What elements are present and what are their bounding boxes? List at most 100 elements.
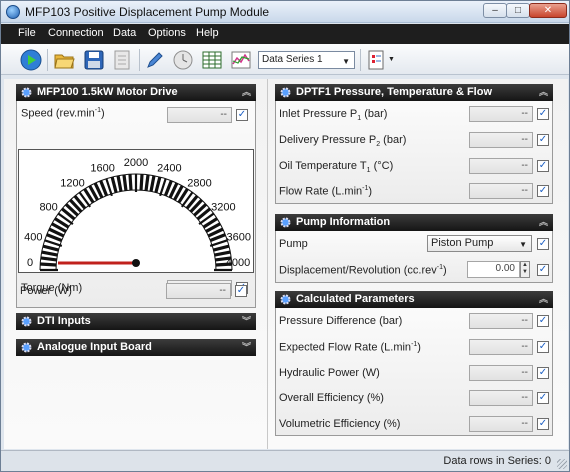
data-series-value: Data Series 1: [262, 54, 323, 65]
menu-connection[interactable]: Connection: [48, 27, 104, 39]
data-series-select[interactable]: Data Series 1 ▼: [258, 51, 355, 69]
flow-rate-checkbox[interactable]: ✓: [537, 185, 549, 197]
run-icon[interactable]: [20, 49, 42, 71]
pump-select-value: Piston Pump: [431, 237, 494, 249]
panel-divider: [267, 79, 268, 449]
volumetric-efficiency-checkbox[interactable]: ✓: [537, 418, 549, 430]
dptf-panel-header[interactable]: DPTF1 Pressure, Temperature & Flow ︽: [275, 84, 553, 101]
analogue-panel-header[interactable]: Analogue Input Board ︾: [16, 339, 256, 356]
report-icon[interactable]: [365, 49, 387, 71]
report-dropdown-icon[interactable]: ▼: [388, 56, 395, 63]
displacement-stepper[interactable]: ▲ ▼: [520, 261, 530, 278]
export-icon[interactable]: [111, 49, 133, 71]
resize-grip-icon[interactable]: [557, 459, 567, 469]
main-content: MFP100 1.5kW Motor Drive ︽ Speed (rev.mi…: [4, 79, 568, 449]
gauge-tick-label: 800: [39, 202, 57, 214]
gauge-minor-tick: [40, 262, 57, 267]
inlet-pressure-checkbox[interactable]: ✓: [537, 108, 549, 120]
expected-flow-rate-checkbox[interactable]: ✓: [537, 341, 549, 353]
pump-panel-title: Pump Information: [296, 216, 391, 228]
gear-icon: [21, 342, 32, 353]
open-folder-icon[interactable]: [53, 49, 75, 71]
overall-efficiency-label: Overall Efficiency (%): [279, 392, 384, 404]
gauge-needle-hub: [132, 259, 140, 267]
pump-checkbox[interactable]: ✓: [537, 238, 549, 250]
save-icon[interactable]: [83, 49, 105, 71]
gauge-minor-tick: [122, 174, 128, 191]
pressure-difference-checkbox[interactable]: ✓: [537, 315, 549, 327]
gauge-minor-tick: [139, 174, 144, 191]
gauge-tick-label: 400: [24, 232, 42, 244]
oil-temperature-label: Oil Temperature T1 (°C): [279, 160, 394, 175]
gauge-tick-label: 4000: [226, 257, 250, 269]
graph-icon[interactable]: [230, 49, 252, 71]
gear-icon: [280, 294, 291, 305]
hydraulic-power-value: --: [469, 365, 533, 381]
flow-rate-label: Flow Rate (L.min-1): [279, 185, 373, 198]
table-icon[interactable]: [201, 49, 223, 71]
toolbar-separator: [139, 49, 140, 71]
gear-icon: [280, 217, 291, 228]
expand-down-icon[interactable]: ︾: [242, 339, 251, 356]
motor-panel-body: Speed (rev.min-1) -- ✓ 0 400 800 1200 1600 20…: [16, 101, 256, 308]
minimize-button[interactable]: –: [483, 3, 507, 18]
displacement-checkbox[interactable]: ✓: [537, 264, 549, 276]
collapse-up-icon[interactable]: ︽: [539, 291, 548, 308]
close-button[interactable]: ✕: [529, 3, 567, 18]
collapse-up-icon[interactable]: ︽: [242, 84, 251, 101]
power-value: --: [166, 283, 231, 299]
clock-icon[interactable]: [172, 49, 194, 71]
oil-temperature-value: --: [469, 158, 533, 174]
delivery-pressure-checkbox[interactable]: ✓: [537, 134, 549, 146]
gauge-tick-label: 2400: [157, 162, 181, 174]
expected-flow-rate-value: --: [469, 339, 533, 355]
maximize-button[interactable]: □: [506, 3, 530, 18]
speed-checkbox[interactable]: ✓: [236, 109, 248, 121]
title-bar: MFP103 Positive Displacement Pump Module…: [1, 1, 569, 23]
pump-label: Pump: [279, 238, 308, 250]
gear-icon: [280, 87, 291, 98]
inlet-pressure-value: --: [469, 106, 533, 122]
analogue-panel-title: Analogue Input Board: [37, 341, 152, 353]
hydraulic-power-checkbox[interactable]: ✓: [537, 367, 549, 379]
pressure-difference-label: Pressure Difference (bar): [279, 315, 403, 327]
gauge-tick-label: 3200: [211, 202, 235, 214]
power-label: Power (W): [20, 285, 72, 297]
pressure-difference-value: --: [469, 313, 533, 329]
menu-help[interactable]: Help: [196, 27, 219, 39]
overall-efficiency-checkbox[interactable]: ✓: [537, 392, 549, 404]
gauge-tick-label: 2800: [187, 178, 211, 190]
oil-temperature-checkbox[interactable]: ✓: [537, 160, 549, 172]
gauge-minor-tick: [128, 174, 133, 191]
motor-panel-header[interactable]: MFP100 1.5kW Motor Drive ︽: [16, 84, 256, 101]
dti-panel-header[interactable]: DTI Inputs ︾: [16, 313, 256, 330]
gear-icon: [21, 87, 32, 98]
pen-icon[interactable]: [144, 49, 166, 71]
pump-select[interactable]: Piston Pump ▼: [427, 235, 532, 252]
menu-bar: File Connection Data Options Help: [1, 24, 569, 44]
toolbar-separator: [47, 49, 48, 71]
app-icon: [6, 5, 20, 19]
delivery-pressure-value: --: [469, 132, 533, 148]
expand-down-icon[interactable]: ︾: [242, 313, 251, 330]
gauge-tick-label: 3600: [226, 232, 250, 244]
calc-panel-header[interactable]: Calculated Parameters ︽: [275, 291, 553, 308]
volumetric-efficiency-value: --: [469, 416, 533, 432]
chevron-down-icon: ▼: [519, 240, 527, 249]
window-title: MFP103 Positive Displacement Pump Module: [25, 5, 270, 19]
speed-label: Speed (rev.min-1): [21, 107, 105, 120]
volumetric-efficiency-label: Volumetric Efficiency (%): [279, 418, 401, 430]
gauge-minor-tick: [42, 244, 59, 252]
menu-data[interactable]: Data: [113, 27, 136, 39]
displacement-label: Displacement/Revolution (cc.rev-1): [279, 264, 447, 277]
calc-panel-body: Pressure Difference (bar) -- ✓ Expected …: [275, 308, 553, 436]
pump-panel-header[interactable]: Pump Information ︽: [275, 214, 553, 231]
power-checkbox[interactable]: ✓: [235, 285, 247, 297]
displacement-input[interactable]: 0.00: [467, 261, 520, 278]
gauge-minor-tick: [154, 176, 162, 193]
expected-flow-rate-label: Expected Flow Rate (L.min-1): [279, 341, 421, 354]
collapse-up-icon[interactable]: ︽: [539, 84, 548, 101]
collapse-up-icon[interactable]: ︽: [539, 214, 548, 231]
menu-options[interactable]: Options: [148, 27, 186, 39]
menu-file[interactable]: File: [18, 27, 36, 39]
